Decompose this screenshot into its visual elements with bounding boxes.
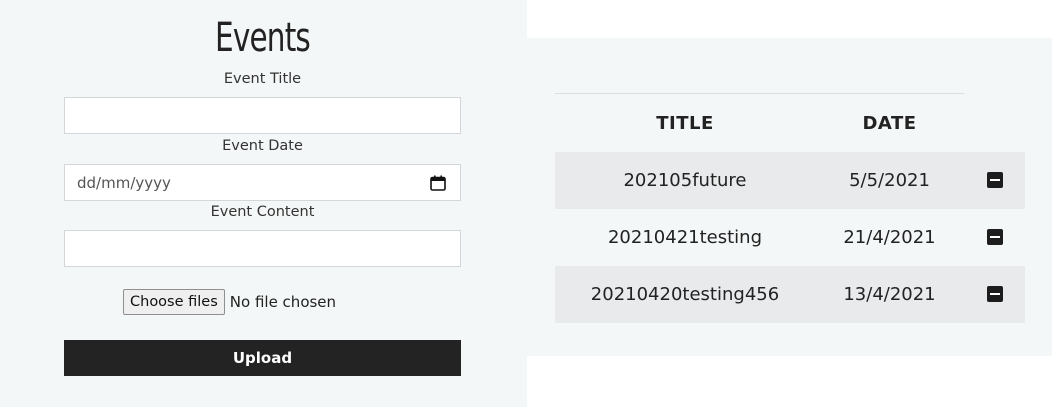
table-row: 20210421testing 21/4/2021 — [555, 209, 1025, 266]
row-date: 13/4/2021 — [843, 284, 936, 305]
event-content-input[interactable] — [64, 230, 461, 267]
table-row: 202105future 5/5/2021 — [555, 152, 1025, 209]
date-placeholder: dd/mm/yyyy — [77, 173, 171, 192]
event-date-input[interactable]: dd/mm/yyyy — [64, 164, 461, 201]
upload-button[interactable]: Upload — [64, 340, 461, 376]
event-content-label: Event Content — [210, 204, 315, 220]
event-title-label: Event Title — [223, 71, 302, 87]
minus-square-icon[interactable] — [987, 286, 1003, 302]
file-input[interactable]: Choose files No file chosen — [123, 289, 336, 315]
row-title: 202105future — [623, 170, 747, 191]
column-header-title: TITLE — [656, 113, 714, 134]
row-date: 5/5/2021 — [849, 170, 930, 191]
minus-square-icon[interactable] — [987, 229, 1003, 245]
events-table-panel: TITLE DATE 202105future 5/5/2021 2021042… — [527, 38, 1052, 356]
row-date: 21/4/2021 — [843, 227, 936, 248]
column-header-date: DATE — [862, 113, 917, 134]
table-top-border — [555, 93, 964, 94]
minus-square-icon[interactable] — [987, 172, 1003, 188]
row-title: 20210420testing456 — [590, 284, 780, 305]
event-form-panel: Events Event Title Event Date dd/mm/yyyy… — [0, 0, 527, 407]
calendar-icon[interactable] — [430, 175, 446, 191]
file-status-text: No file chosen — [229, 293, 337, 311]
table-row: 20210420testing456 13/4/2021 — [555, 266, 1025, 323]
choose-files-button[interactable]: Choose files — [123, 289, 225, 315]
event-date-label: Event Date — [222, 138, 303, 154]
event-title-input[interactable] — [64, 97, 461, 134]
row-title: 20210421testing — [607, 227, 763, 248]
page-title: Events — [215, 15, 311, 61]
